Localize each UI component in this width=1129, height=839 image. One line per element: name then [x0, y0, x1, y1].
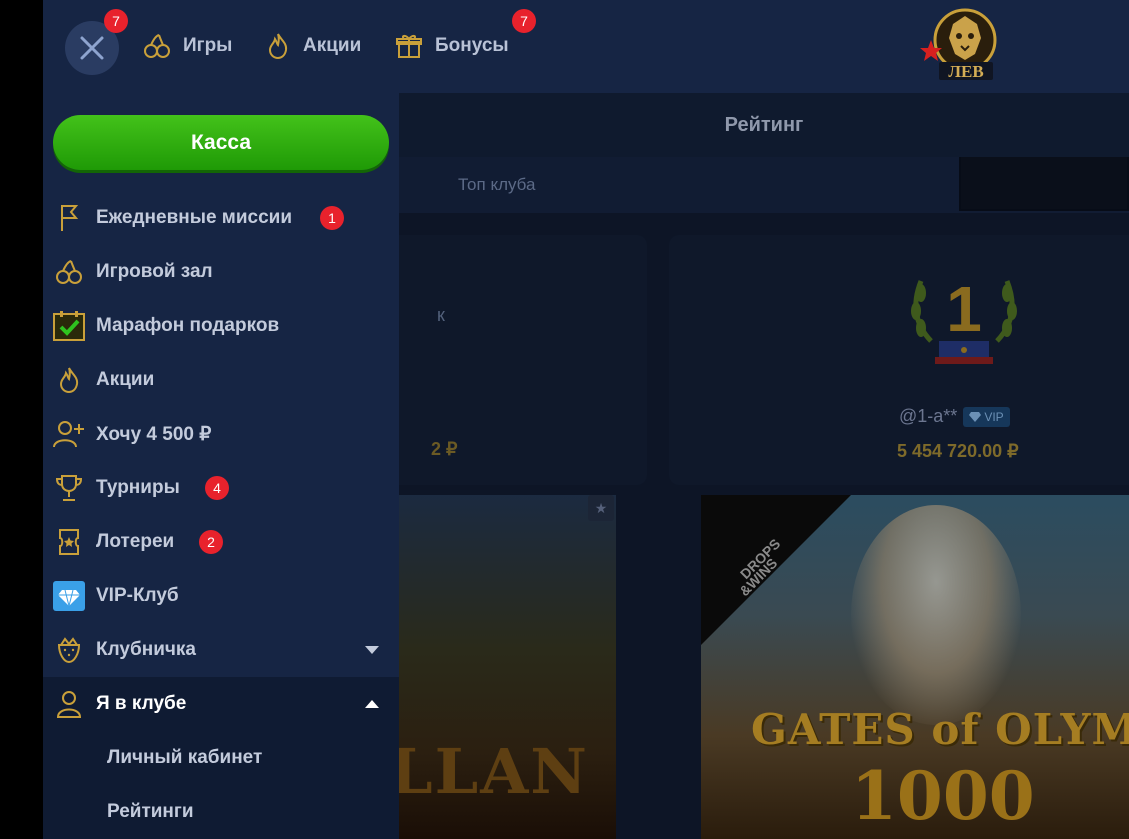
menu-item-label: Марафон подарков — [96, 315, 280, 336]
diamond-icon — [53, 581, 85, 611]
menu-item-game-hall[interactable]: Игровой зал — [43, 245, 399, 299]
card-partial-text: к — [437, 305, 445, 325]
rating-card-second: к 2 ₽ — [399, 235, 647, 485]
lotteries-badge: 2 — [199, 530, 223, 554]
user-icon — [53, 689, 85, 719]
strawberry-icon — [53, 635, 85, 665]
main-content: Рейтинг Топ клуба к 2 ₽ 1 @1-a** VIP 5 4… — [399, 93, 1129, 839]
nav-promotions-label: Акции — [303, 35, 362, 56]
game-tile-gates-of-olympus[interactable]: DROPS &WINS GATES of OLYMPU 1000 — [701, 495, 1129, 839]
first-place-icon: 1 — [911, 273, 1017, 364]
menu-item-vip-club[interactable]: VIP-Клуб — [43, 569, 399, 623]
tournaments-badge: 4 — [205, 476, 229, 500]
menu-item-gift-marathon[interactable]: Марафон подарков — [43, 299, 399, 353]
diamond-icon — [969, 411, 982, 422]
menu-notification-badge: 7 — [104, 9, 128, 33]
menu-item-strawberry[interactable]: Клубничка — [43, 623, 399, 677]
nav-bonuses[interactable]: Бонусы — [395, 28, 509, 64]
menu-item-invite-friend[interactable]: Хочу 4 500 ₽ — [43, 407, 399, 461]
menu-item-lotteries[interactable]: Лотереи 2 — [43, 515, 399, 569]
game-subtitle: 1000 — [851, 757, 1035, 835]
menu-item-tournaments[interactable]: Турниры 4 — [43, 461, 399, 515]
menu-item-in-club[interactable]: Я в клубе — [43, 677, 399, 731]
flame-icon — [268, 33, 288, 60]
app-window: 7 Игры Акции Бонусы 7 ЛЕВ Рейтинг Топ кл… — [43, 0, 1129, 839]
nav-games[interactable]: Игры — [143, 28, 232, 64]
tab-club-top[interactable]: Топ клуба — [458, 175, 535, 195]
missions-badge: 1 — [320, 206, 344, 230]
gift-icon — [396, 35, 422, 58]
menu-item-label: Акции — [96, 369, 155, 390]
top-player-row: @1-a** VIP — [899, 406, 1010, 427]
rank-number: 1 — [946, 273, 982, 345]
calendar-check-icon — [53, 311, 85, 341]
menu-item-label: Лотереи — [96, 531, 175, 552]
flag-icon — [53, 203, 85, 233]
add-user-icon — [53, 419, 85, 449]
flame-icon — [53, 365, 85, 395]
menu-item-promotions[interactable]: Акции — [43, 353, 399, 407]
game-tile-magellan[interactable]: LLAN — [399, 495, 616, 839]
chevron-down-icon — [365, 646, 379, 654]
in-club-submenu: Личный кабинет Рейтинги — [43, 731, 399, 839]
ratings-tabs: Топ клуба — [399, 157, 1129, 213]
menu-item-label: Турниры — [96, 477, 180, 498]
menu-item-label: VIP-Клуб — [96, 585, 179, 606]
page-title: Рейтинг — [724, 114, 804, 136]
vip-tag: VIP — [963, 406, 1010, 427]
tab-active-box[interactable] — [959, 157, 1129, 211]
side-menu: Касса Ежедневные миссии 1 Игровой зал Ма… — [43, 93, 399, 839]
trophy-icon — [53, 473, 85, 503]
lion-logo[interactable]: ЛЕВ — [919, 6, 1003, 84]
menu-item-label: Хочу 4 500 ₽ — [96, 424, 212, 445]
ratings-header: Рейтинг — [399, 93, 1129, 157]
menu-item-label: Клубничка — [96, 639, 196, 660]
game-title-fragment: LLAN — [399, 735, 589, 808]
top-header: 7 Игры Акции Бонусы 7 ЛЕВ — [43, 0, 1129, 93]
menu-item-label: Я в клубе — [96, 693, 187, 714]
nav-games-label: Игры — [183, 35, 233, 56]
drops-wins-ribbon: DROPS &WINS — [701, 495, 851, 645]
chevron-up-icon — [365, 700, 379, 708]
menu-item-daily-missions[interactable]: Ежедневные миссии 1 — [43, 191, 399, 245]
top-player-amount: 5 454 720.00 ₽ — [897, 441, 1019, 461]
card-amount: 2 ₽ — [431, 439, 458, 459]
zeus-artwork — [851, 505, 1021, 725]
rating-card-first: 1 @1-a** VIP 5 454 720.00 ₽ — [669, 235, 1129, 485]
submenu-personal-account[interactable]: Личный кабинет — [107, 747, 262, 769]
logo-text: ЛЕВ — [948, 62, 983, 81]
submenu-ratings[interactable]: Рейтинги — [107, 801, 194, 823]
nav-promotions[interactable]: Акции — [265, 28, 361, 64]
ticket-icon — [53, 527, 85, 557]
bonuses-badge: 7 — [512, 9, 536, 33]
top-player-username: @1-a** — [899, 406, 958, 426]
menu-item-label: Ежедневные миссии — [96, 207, 293, 228]
cherries-icon — [53, 257, 85, 287]
menu-item-label: Игровой зал — [96, 261, 213, 282]
cherries-icon — [144, 34, 170, 58]
game-title: GATES of OLYMPU — [751, 705, 1129, 754]
cashier-button[interactable]: Касса — [53, 115, 389, 170]
favorite-star-icon[interactable]: ★ — [588, 495, 614, 521]
nav-bonuses-label: Бонусы — [435, 35, 509, 56]
close-icon — [80, 36, 104, 60]
vip-tag-label: VIP — [984, 409, 1004, 424]
